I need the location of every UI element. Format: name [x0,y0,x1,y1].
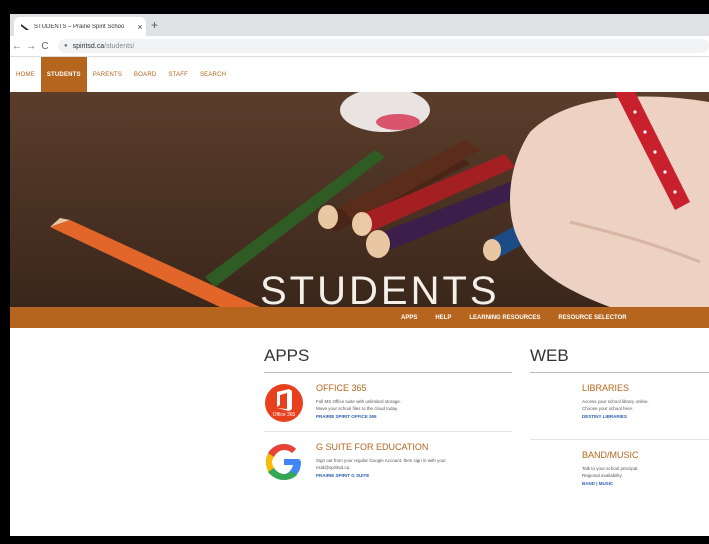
list-item: LIBRARIES Access your school library onl… [530,373,709,419]
nav-board[interactable]: BOARD [128,57,162,92]
new-tab-button[interactable]: + [151,18,158,32]
hero-banner: STUDENTS [10,92,709,307]
libraries-link[interactable]: DESTINY LIBRARIES [582,414,649,419]
subnav-learning-resources[interactable]: LEARNING RESOURCES [469,315,540,321]
browser-tab[interactable]: STUDENTS – Prairie Spirit Schoo × [14,17,146,36]
web-section: WEB LIBRARIES Access your school library… [530,346,709,486]
browser-window: STUDENTS – Prairie Spirit Schoo × + ← → … [10,14,709,536]
libraries-title[interactable]: LIBRARIES [582,383,649,393]
nav-search[interactable]: SEARCH [194,57,232,92]
office-365-desc-2: Move your school files to the cloud toda… [316,406,399,411]
office-logo-text: Office 365 [273,412,296,418]
site-nav: HOME STUDENTS PARENTS BOARD STAFF SEARCH [10,57,709,92]
tab-title: STUDENTS – Prairie Spirit Schoo [34,23,125,30]
office-365-link[interactable]: PRAIRIE SPIRIT OFFICE 365 [316,414,401,419]
office-365-desc-1: Full MS Office suite with unlimited stor… [316,399,401,404]
libraries-desc-1: Access your school library online. [582,399,649,404]
band-music-link[interactable]: BAND | MUSIC [582,481,639,486]
subnav-apps[interactable]: APPS [401,315,417,321]
reload-button[interactable]: C [38,41,52,52]
nav-students[interactable]: STUDENTS [40,57,87,92]
g-suite-desc-1: Sign out from your regular Google Accoun… [316,458,446,463]
hero-title: STUDENTS [260,269,500,307]
lock-icon: ● [64,43,68,49]
band-music-desc-2: Regional availability. [582,473,623,478]
nav-staff[interactable]: STAFF [162,57,194,92]
forward-button[interactable]: → [24,41,38,52]
url-input[interactable]: ● spiritsd.ca /students/ [58,39,709,53]
nav-parents[interactable]: PARENTS [87,57,128,92]
google-g-logo-icon[interactable] [264,442,304,482]
subnav-help[interactable]: HELP [435,315,451,321]
url-host: spiritsd.ca [72,42,105,50]
site-favicon-icon [20,22,30,32]
apps-section: APPS Office 365 OFFICE 365 Full MS Offic… [264,346,512,482]
band-music-desc-1: Talk to your school principal. [582,466,639,471]
list-item: G SUITE FOR EDUCATION Sign out from your… [264,432,512,482]
main-content: APPS Office 365 OFFICE 365 Full MS Offic… [10,328,709,536]
address-bar: ← → C ● spiritsd.ca /students/ [10,36,709,57]
office-365-logo-icon[interactable]: Office 365 [264,383,304,423]
libraries-desc-2: Choose your school here. [582,406,634,411]
section-nav: APPS HELP LEARNING RESOURCES RESOURCE SE… [10,307,709,328]
apps-heading: APPS [264,346,512,373]
back-button[interactable]: ← [10,41,24,52]
url-path: /students/ [104,42,135,50]
tab-strip: STUDENTS – Prairie Spirit Schoo × + [10,14,709,36]
subnav-resource-selector[interactable]: RESOURCE SELECTOR [558,315,626,321]
g-suite-desc-2: nsid@spiritsd.ca. [316,465,351,470]
g-suite-title[interactable]: G SUITE FOR EDUCATION [316,442,446,452]
close-tab-icon[interactable]: × [134,22,146,32]
g-suite-link[interactable]: PRAIRIE SPIRIT G SUITE [316,473,446,478]
list-item: Office 365 OFFICE 365 Full MS Office sui… [264,373,512,423]
web-heading: WEB [530,346,709,373]
office-365-title[interactable]: OFFICE 365 [316,383,401,393]
band-music-title[interactable]: BAND/MUSIC [582,450,639,460]
list-item: BAND/MUSIC Talk to your school principal… [530,440,709,486]
nav-home[interactable]: HOME [10,57,41,92]
